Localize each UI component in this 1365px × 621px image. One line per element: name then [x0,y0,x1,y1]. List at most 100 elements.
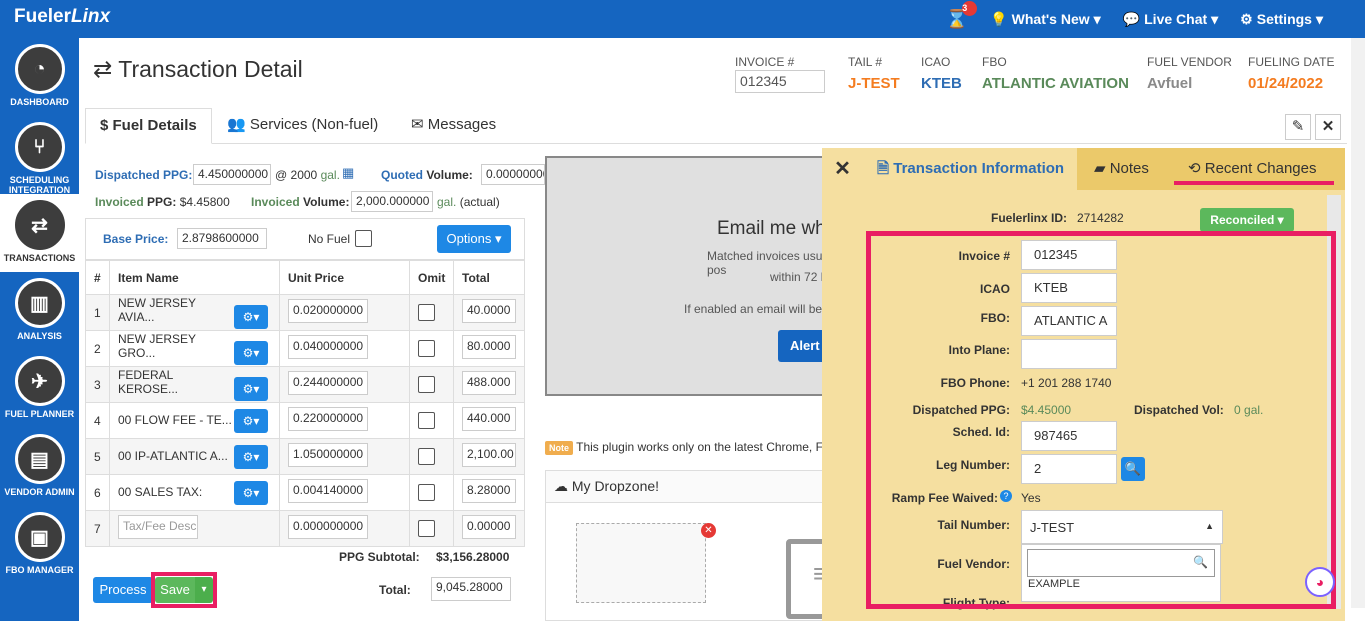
total-input[interactable]: 8.28000 [462,479,516,503]
highlight-box [866,231,1336,609]
row-gear-button[interactable]: ⚙▾ [234,377,268,402]
table-row-new: 7 Tax/Fee Desc 0.000000000 0.00000 [85,510,525,547]
table-row: 6 00 SALES TAX: ⚙▾ 0.004140000 8.28000 [85,474,525,511]
sidebar-item-fbo-manager[interactable]: ▣ FBO MANAGER [0,506,79,582]
notification-badge: 3 [962,0,978,16]
tab-bar: $ Fuel Details 👥 Services (Non-fuel) ✉ M… [85,108,1347,144]
omit-checkbox[interactable] [418,520,435,537]
omit-checkbox[interactable] [418,448,435,465]
fuel-details-panel: Dispatched PPG: 4.450000000 @ 2000 gal. … [85,144,545,621]
invoice-thumbnail[interactable] [576,523,706,603]
reconciled-status-button[interactable]: Reconciled ▾ [1200,208,1294,232]
branch-icon: ⑂ [14,122,65,172]
page-scrollbar[interactable] [1351,38,1365,608]
unit-price-input[interactable]: 1.050000000 [288,443,368,467]
settings-menu[interactable]: ⚙ Settings ▾ [1240,11,1323,28]
sidebar-item-scheduling[interactable]: ⑂ SCHEDULING INTEGRATION [0,116,79,195]
sidebar-item-analysis[interactable]: ▥ ANALYSIS [0,272,79,348]
unit-price-input[interactable]: 0.040000000 [288,335,368,359]
page-title: ⇄ Transaction Detail [93,56,303,82]
table-row: 2 NEW JERSEY GRO... ⚙▾ 0.040000000 80.0000 [85,330,525,367]
unit-price-input[interactable]: 0.000000000 [288,515,368,539]
tab-services[interactable]: 👥 Services (Non-fuel) [227,108,378,144]
omit-checkbox[interactable] [418,412,435,429]
dispatched-ppg-field[interactable]: 4.450000000 [193,164,271,185]
edit-icon[interactable]: ✎ [1285,114,1311,140]
document-icon: 🗎 [877,160,890,177]
unit-price-input[interactable]: 0.020000000 [288,299,368,323]
unit-price-input[interactable]: 0.220000000 [288,407,368,431]
unit-price-input[interactable]: 0.244000000 [288,371,368,395]
envelope-icon: ✉ [411,116,424,133]
fee-description-input[interactable]: Tax/Fee Desc [118,515,198,539]
transfer-icon: ⇄ [93,56,113,82]
fee-table: # Item Name Unit Price Omit Total 1 NEW J… [85,260,525,547]
top-bar: FuelerLinx ⌛ 3 💡 What's New ▾ 💬 Live Chat ▾… [0,0,1365,38]
close-icon[interactable]: ✕ [1315,114,1341,140]
save-dropdown-button[interactable]: ▾ [195,577,213,603]
total-input[interactable]: 2,100.00 [462,443,516,467]
row-gear-button[interactable]: ⚙▾ [234,408,268,433]
dashboard-icon: ◔ [14,44,65,94]
tab-messages[interactable]: ✉ Messages [411,108,496,144]
dropzone[interactable]: ☁ My Dropzone! ✕ ≡ [545,470,865,621]
alert-box: Email me when ir Matched invoices usuall… [545,156,868,396]
row-gear-button[interactable]: ⚙▾ [234,480,268,505]
total-input[interactable]: 440.000 [462,407,516,431]
omit-checkbox[interactable] [418,376,435,393]
vendor-meta: FUEL VENDOR Avfuel [1147,55,1232,92]
row-gear-button[interactable]: ⚙▾ [234,444,268,469]
total-input[interactable]: 40.0000 [462,299,516,323]
row-gear-button[interactable]: ⚙▾ [234,341,268,366]
remove-file-icon[interactable]: ✕ [701,523,716,538]
tab-transaction-info[interactable]: 🗎 Transaction Information [863,148,1077,190]
omit-checkbox[interactable] [418,484,435,501]
note-icon: ▰ [1094,160,1106,177]
users-icon: 👥 [227,116,246,133]
options-button[interactable]: Options ▾ [437,225,511,253]
save-button[interactable]: Save [155,577,195,603]
quoted-volume-field[interactable]: 0.00000000 [481,164,545,185]
sidebar-item-transactions[interactable]: ⇄ TRANSACTIONS [0,194,79,272]
transfer-icon: ⇄ [14,200,65,250]
sidebar: ◔ DASHBOARD ⑂ SCHEDULING INTEGRATION ⇄ TRAN… [0,38,79,621]
row-gear-button[interactable]: ⚙▾ [234,305,268,330]
grand-total-field[interactable]: 9,045.28000 [431,577,511,601]
table-row: 4 00 FLOW FEE - TE... ⚙▾ 0.220000000 440.000 [85,402,525,439]
whats-new-menu[interactable]: 💡 What's New ▾ [990,11,1100,28]
history-icon: ⟲ [1188,160,1201,177]
omit-checkbox[interactable] [418,340,435,357]
total-input[interactable]: 0.00000 [462,515,516,539]
gear-icon: ⚙ [1240,10,1253,27]
base-price-field[interactable]: 2.8798600000 [177,228,267,249]
date-meta: FUELING DATE 01/24/2022 [1248,55,1335,92]
tab-fuel-details[interactable]: $ Fuel Details [85,108,212,144]
sidebar-item-dashboard[interactable]: ◔ DASHBOARD [0,38,79,114]
dollar-icon: $ [100,117,109,134]
lightbulb-icon: 💡 [990,10,1008,27]
total-input[interactable]: 80.0000 [462,335,516,359]
total-input[interactable]: 488.000 [462,371,516,395]
process-button[interactable]: Process [93,577,153,603]
sidebar-item-fuel-planner[interactable]: ✈ FUEL PLANNER [0,350,79,426]
plugin-note: Note This plugin works only on the lates… [545,440,856,455]
chat-widget-icon[interactable]: ◕ [1305,567,1335,597]
unit-price-input[interactable]: 0.004140000 [288,479,368,503]
brand-logo[interactable]: FuelerLinx [14,6,110,28]
briefcase-icon: ▣ [14,512,65,562]
invoiced-volume-field[interactable]: 2,000.000000 [351,191,433,212]
table-icon[interactable]: ▦ [342,165,354,181]
live-chat-menu[interactable]: 💬 Live Chat ▾ [1123,11,1218,28]
cloud-icon: ☁ [554,478,568,494]
table-row: 5 00 IP-ATLANTIC A... ⚙▾ 1.050000000 2,100.0… [85,438,525,475]
invoice-input[interactable]: 012345 [735,70,825,93]
sidebar-item-vendor-admin[interactable]: ▤ VENDOR ADMIN [0,428,79,504]
chat-icon: 💬 [1122,10,1141,27]
hourglass-icon[interactable]: ⌛ 3 [946,0,978,30]
tab-notes[interactable]: ▰ Notes [1094,148,1149,190]
no-fuel-checkbox[interactable] [355,230,372,247]
omit-checkbox[interactable] [418,304,435,321]
plane-icon: ✈ [14,356,65,406]
panel-close-icon[interactable]: ✕ [822,148,863,190]
icao-meta: ICAO KTEB [921,55,962,92]
